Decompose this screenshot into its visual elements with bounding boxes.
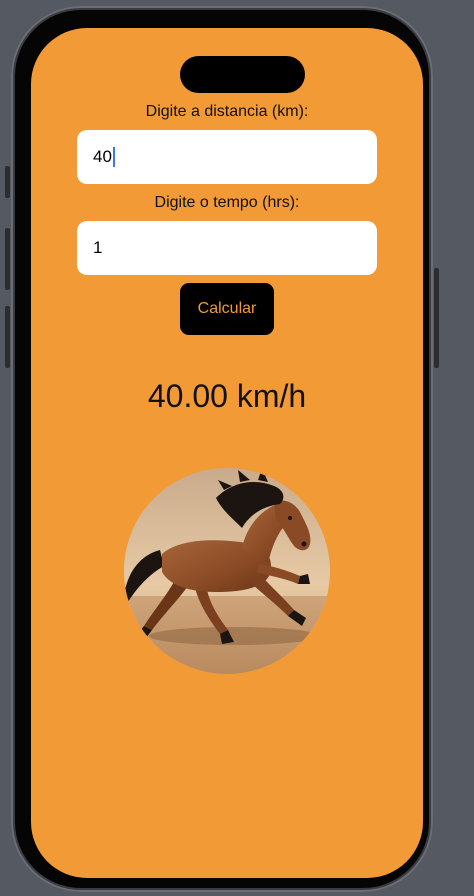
volume-down-button (5, 306, 10, 368)
speed-result: 40.00 km/h (147, 378, 307, 414)
dynamic-island (180, 56, 305, 93)
simulator-stage: Digite a distancia (km): 40 Digite o tem… (0, 0, 474, 896)
distance-label: Digite a distancia (km): (145, 103, 309, 120)
volume-up-button (5, 228, 10, 290)
time-label: Digite o tempo (hrs): (154, 194, 300, 211)
action-button (5, 166, 10, 198)
app-screen: Digite a distancia (km): 40 Digite o tem… (31, 28, 423, 878)
calculate-button[interactable]: Calcular (180, 283, 274, 335)
power-button (434, 268, 439, 368)
phone-frame: Digite a distancia (km): 40 Digite o tem… (11, 6, 433, 892)
distance-input[interactable]: 40 (77, 130, 377, 184)
phone-bezel: Digite a distancia (km): 40 Digite o tem… (15, 10, 429, 888)
time-input[interactable]: 1 (77, 221, 377, 275)
time-input-value: 1 (93, 238, 103, 257)
distance-input-value: 40 (93, 147, 112, 166)
horse-illustration (124, 468, 330, 674)
text-caret (112, 147, 115, 167)
horse-image (124, 468, 330, 674)
